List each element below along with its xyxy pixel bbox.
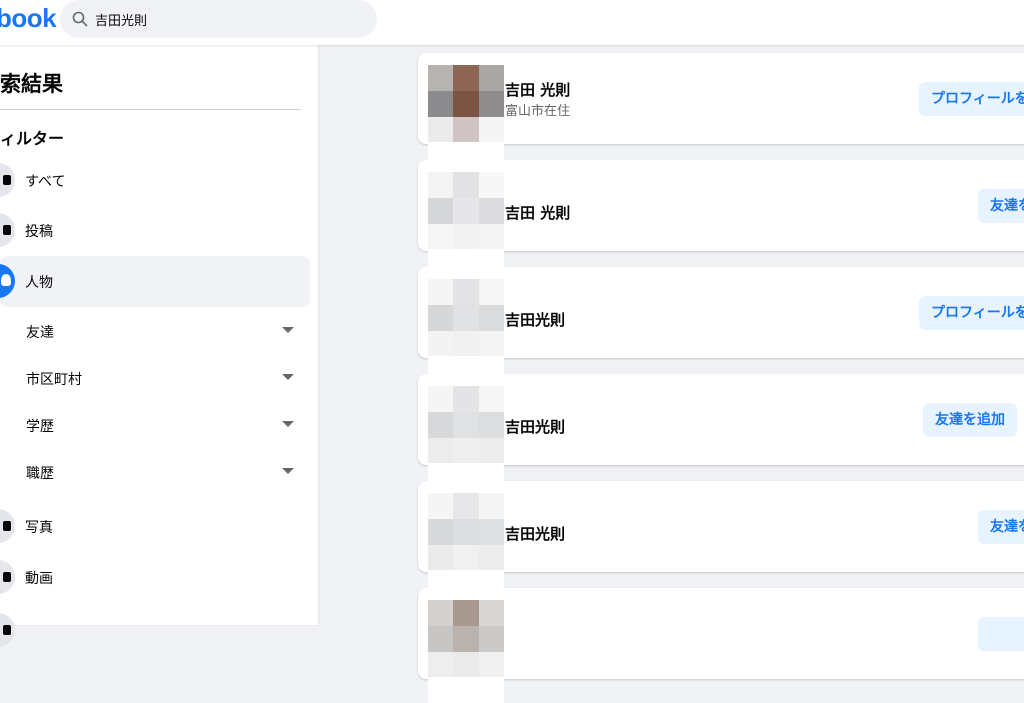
filter-work-dropdown[interactable]: 職歴 bbox=[0, 449, 310, 496]
photos-icon bbox=[0, 509, 15, 543]
sidebar-item-all[interactable]: すべて bbox=[0, 155, 310, 206]
add-friend-button[interactable]: 友達を bbox=[978, 510, 1024, 544]
person-result-card[interactable]: 吉田 光則 富山市在住 プロフィールを bbox=[418, 53, 1024, 168]
person-name-link[interactable]: 吉田光則 bbox=[505, 309, 565, 330]
filter-city-dropdown[interactable]: 市区町村 bbox=[0, 355, 310, 402]
facebook-logo[interactable]: book bbox=[0, 3, 57, 34]
sidebar-item-photos[interactable]: 写真 bbox=[0, 501, 310, 552]
filter-friends-dropdown[interactable]: 友達 bbox=[0, 308, 310, 355]
add-friend-button[interactable]: 友達を bbox=[978, 189, 1024, 223]
sidebar-item-label: 写真 bbox=[25, 520, 53, 536]
filter-label: 学歴 bbox=[26, 419, 54, 435]
avatar[interactable] bbox=[428, 600, 504, 703]
chevron-down-icon bbox=[282, 374, 294, 380]
sidebar-divider bbox=[0, 109, 301, 110]
videos-icon bbox=[0, 560, 15, 594]
person-result-card[interactable]: 吉田光則 友達を追加 bbox=[418, 374, 1024, 489]
person-name-link[interactable]: 吉田光則 bbox=[505, 416, 565, 437]
filter-label: 職歴 bbox=[26, 466, 54, 482]
sidebar-item-more[interactable] bbox=[0, 605, 310, 656]
filter-education-dropdown[interactable]: 学歴 bbox=[0, 402, 310, 449]
chevron-down-icon bbox=[282, 327, 294, 333]
sidebar-item-label: 投稿 bbox=[25, 224, 53, 240]
avatar[interactable] bbox=[428, 65, 504, 168]
posts-icon bbox=[0, 213, 15, 247]
people-icon bbox=[0, 264, 15, 298]
person-result-card[interactable]: 吉田 光則 友達を bbox=[418, 160, 1024, 275]
person-result-card[interactable]: 吉田光則 友達を bbox=[418, 481, 1024, 596]
add-friend-button[interactable]: 友達を追加 bbox=[923, 403, 1017, 437]
person-name-link[interactable]: 吉田 光則 bbox=[505, 202, 570, 223]
avatar[interactable] bbox=[428, 172, 504, 275]
avatar[interactable] bbox=[428, 279, 504, 382]
person-result-card[interactable] bbox=[418, 588, 1024, 703]
feed-icon bbox=[0, 163, 15, 197]
person-location: 富山市在住 bbox=[505, 104, 571, 119]
sidebar-item-label: 人物 bbox=[25, 275, 53, 291]
search-icon bbox=[72, 11, 88, 27]
action-button[interactable] bbox=[978, 617, 1024, 651]
chevron-down-icon bbox=[282, 421, 294, 427]
more-icon bbox=[0, 613, 15, 647]
sidebar-item-people[interactable]: 人物 bbox=[0, 256, 310, 307]
search-input[interactable] bbox=[95, 0, 365, 38]
filters-heading: ィルター bbox=[0, 129, 65, 148]
filter-label: 友達 bbox=[26, 325, 54, 341]
filter-label: 市区町村 bbox=[26, 372, 82, 388]
sidebar-item-label: すべて bbox=[25, 174, 66, 190]
person-name-link[interactable]: 吉田 光則 bbox=[505, 79, 570, 100]
chevron-down-icon bbox=[282, 468, 294, 474]
sidebar-item-label: 動画 bbox=[25, 571, 53, 587]
search-filters-sidebar: 索結果 ィルター すべて 投稿 人物 友達 市区町村 学歴 職歴 写真 動画 bbox=[0, 45, 318, 647]
avatar[interactable] bbox=[428, 493, 504, 596]
sidebar-item-posts[interactable]: 投稿 bbox=[0, 205, 310, 256]
top-navigation-bar: book bbox=[0, 0, 1024, 45]
person-result-card[interactable]: 吉田光則 プロフィールを bbox=[418, 267, 1024, 382]
sidebar-item-videos[interactable]: 動画 bbox=[0, 552, 310, 603]
view-profile-button[interactable]: プロフィールを bbox=[919, 82, 1024, 116]
avatar[interactable] bbox=[428, 386, 504, 489]
search-box[interactable] bbox=[60, 0, 377, 38]
view-profile-button[interactable]: プロフィールを bbox=[919, 296, 1024, 330]
search-results-heading: 索結果 bbox=[0, 72, 63, 96]
person-name-link[interactable]: 吉田光則 bbox=[505, 523, 565, 544]
